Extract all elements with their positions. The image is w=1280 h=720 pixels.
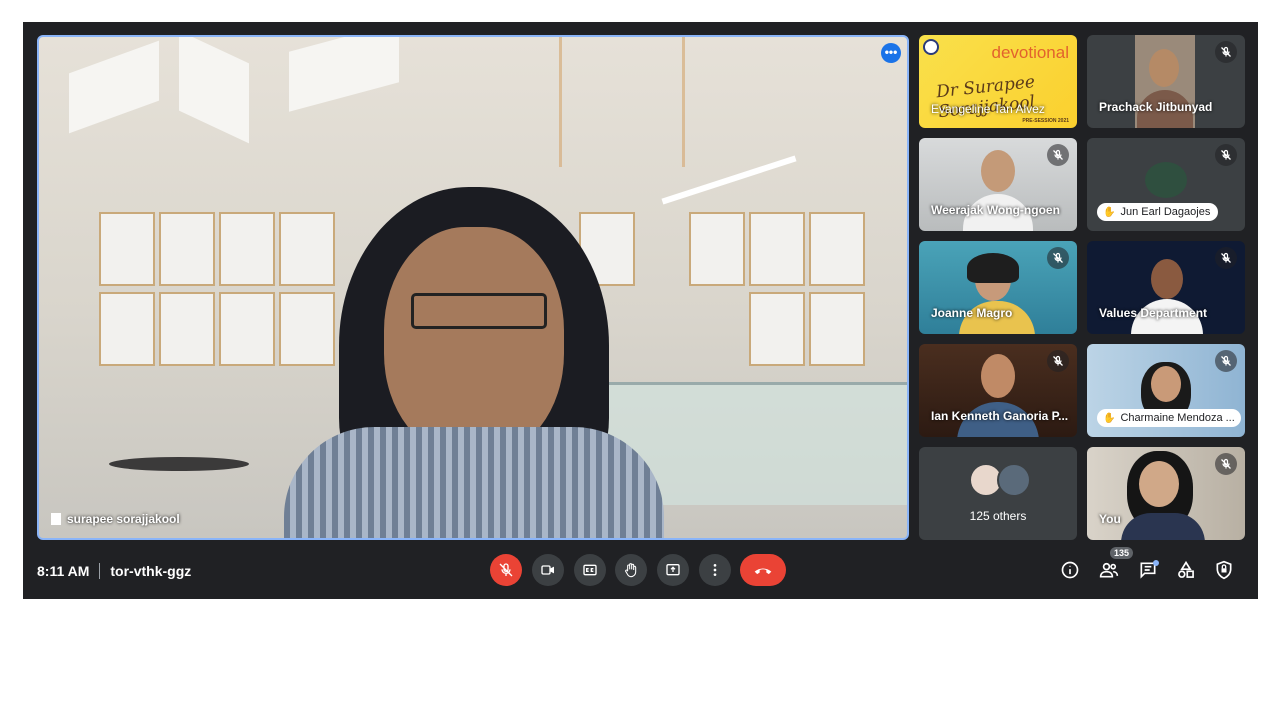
participant-face xyxy=(1151,259,1183,299)
mic-off-icon xyxy=(1047,144,1069,166)
participant-name: Values Department xyxy=(1099,306,1208,320)
meet-window: ••• surapee sorajjakool devotional Dr Su… xyxy=(23,22,1258,599)
captions-icon[interactable] xyxy=(574,554,606,586)
meeting-details: 8:11 AM tor-vthk-ggz xyxy=(37,563,191,579)
pin-icon xyxy=(51,513,61,525)
participant-face xyxy=(981,354,1015,398)
cafe-table xyxy=(109,457,249,471)
more-options-icon[interactable]: ••• xyxy=(881,43,901,63)
others-count: 125 others xyxy=(969,509,1027,523)
main-speaker-tile[interactable]: ••• surapee sorajjakool xyxy=(37,35,909,540)
participant-tile[interactable]: Values Department xyxy=(1087,241,1245,334)
participant-name: You xyxy=(1099,512,1121,526)
host-controls-icon[interactable] xyxy=(1212,558,1236,582)
present-icon[interactable] xyxy=(657,554,689,586)
wall-decoration xyxy=(289,37,399,112)
person-shirt xyxy=(284,427,664,538)
participant-tile[interactable]: Joanne Magro xyxy=(919,241,1077,334)
participant-name: Evangeline Tan Alvez xyxy=(931,102,1045,116)
participant-name: Ian Kenneth Ganoria P... xyxy=(931,409,1069,423)
participant-tile[interactable]: Weerajak Wong-ngoen xyxy=(919,138,1077,231)
picture-frame xyxy=(99,212,155,286)
divider xyxy=(99,563,101,579)
banner-small-text: PRE-SESSION 2021 xyxy=(1022,118,1069,124)
participant-name: Prachack Jitbunyad xyxy=(1099,100,1213,114)
picture-frame xyxy=(809,292,865,366)
info-icon[interactable] xyxy=(1058,558,1082,582)
mic-off-icon xyxy=(1047,247,1069,269)
participant-tile[interactable]: ✋ Jun Earl Dagaojes xyxy=(1087,138,1245,231)
logo-icon xyxy=(923,39,939,55)
meeting-time: 8:11 AM xyxy=(37,563,90,579)
raise-hand-icon: ✋ xyxy=(1103,206,1116,218)
participant-face xyxy=(1139,461,1179,507)
people-icon[interactable] xyxy=(1097,558,1121,582)
participant-count-badge: 135 xyxy=(1110,547,1134,559)
picture-frame xyxy=(279,292,335,366)
banner-title: devotional xyxy=(991,43,1069,62)
participant-face xyxy=(981,150,1015,192)
mic-off-icon[interactable] xyxy=(490,554,522,586)
avatar xyxy=(997,463,1031,497)
hand-raised-pill: ✋ Jun Earl Dagaojes xyxy=(1097,203,1219,221)
participant-face xyxy=(1151,366,1181,402)
participant-tile[interactable]: ✋ Charmaine Mendoza ... xyxy=(1087,344,1245,437)
participant-name: Weerajak Wong-ngoen xyxy=(931,203,1060,217)
picture-frame xyxy=(689,212,745,286)
wall-decoration xyxy=(69,40,159,134)
participant-tile[interactable]: Ian Kenneth Ganoria P... xyxy=(919,344,1077,437)
participant-tile[interactable]: devotional Dr Surapee Sorajjakool PRE-SE… xyxy=(919,35,1077,128)
participant-name: Joanne Magro xyxy=(931,306,1013,320)
speaker-name: surapee sorajjakool xyxy=(67,512,180,526)
unread-dot xyxy=(1153,560,1159,566)
speaker-name-tag: surapee sorajjakool xyxy=(51,512,180,526)
picture-frame xyxy=(219,212,275,286)
participant-avatar xyxy=(1145,162,1187,198)
person-glasses xyxy=(411,293,547,329)
wood-lattice xyxy=(559,37,685,167)
participant-shoulders xyxy=(1121,513,1205,540)
picture-frame xyxy=(809,212,865,286)
end-call-icon[interactable] xyxy=(740,554,786,586)
mic-off-icon xyxy=(1215,144,1237,166)
mic-off-icon xyxy=(1215,350,1237,372)
picture-frame xyxy=(749,292,805,366)
meeting-code: tor-vthk-ggz xyxy=(110,563,192,579)
mic-off-icon xyxy=(1047,350,1069,372)
picture-frame xyxy=(749,212,805,286)
picture-frame xyxy=(159,292,215,366)
participant-tile[interactable]: Prachack Jitbunyad xyxy=(1087,35,1245,128)
wall-decoration xyxy=(179,37,249,144)
control-bar: 8:11 AM tor-vthk-ggz 135 xyxy=(23,547,1258,599)
mic-off-icon xyxy=(1215,453,1237,475)
mic-off-icon xyxy=(1215,41,1237,63)
picture-frame xyxy=(99,292,155,366)
participant-name: Charmaine Mendoza ... xyxy=(1120,412,1235,424)
person-face xyxy=(384,227,564,457)
participant-name: Jun Earl Dagaojes xyxy=(1120,206,1211,218)
mic-off-icon xyxy=(1215,247,1237,269)
raise-hand-icon[interactable] xyxy=(615,554,647,586)
others-tile[interactable]: 125 others xyxy=(919,447,1077,540)
more-vert-icon[interactable] xyxy=(699,554,731,586)
raise-hand-icon: ✋ xyxy=(1103,412,1116,424)
participant-hair xyxy=(967,253,1019,283)
camera-icon[interactable] xyxy=(532,554,564,586)
participant-face xyxy=(1149,49,1179,87)
hand-raised-pill: ✋ Charmaine Mendoza ... xyxy=(1097,409,1241,427)
self-tile[interactable]: You xyxy=(1087,447,1245,540)
picture-frame xyxy=(219,292,275,366)
activities-icon[interactable] xyxy=(1174,558,1198,582)
picture-frame xyxy=(279,212,335,286)
picture-frame xyxy=(159,212,215,286)
